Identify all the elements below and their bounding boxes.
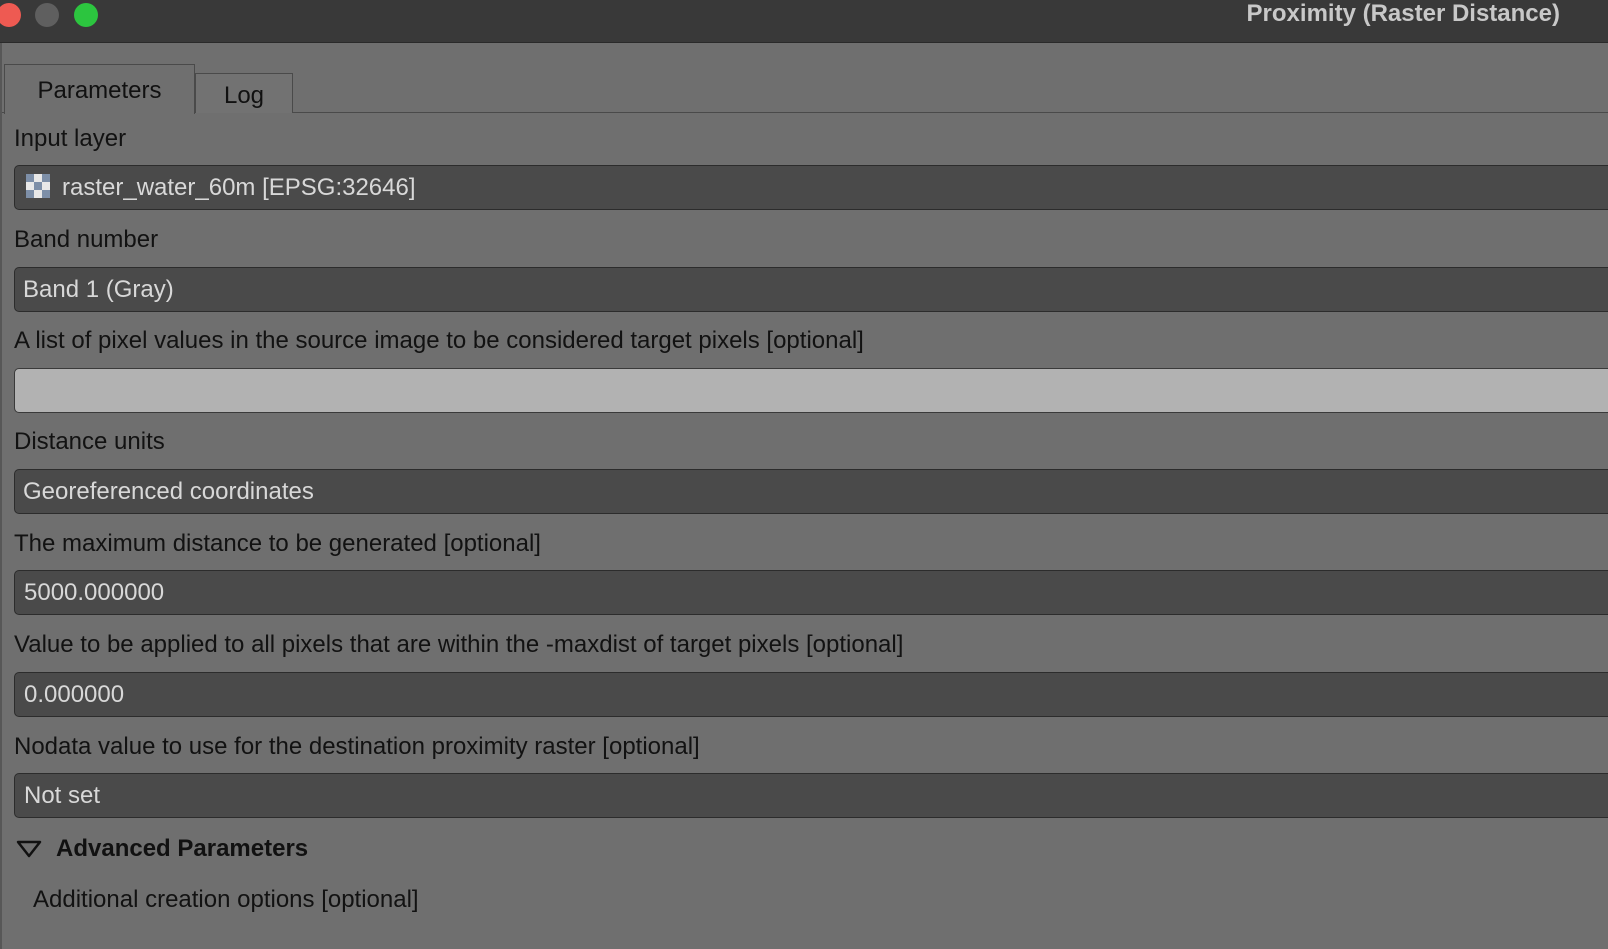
replace-value-label: Value to be applied to all pixels that a… — [14, 631, 904, 658]
minimize-window-button[interactable] — [35, 3, 59, 27]
nodata-spinbox[interactable]: Not set — [14, 773, 1608, 818]
band-number-label: Band number — [14, 226, 159, 253]
collapse-triangle-icon — [16, 840, 42, 858]
window-title: Proximity (Raster Distance) — [1246, 0, 1560, 27]
pixel-values-input[interactable] — [14, 368, 1608, 413]
max-distance-label: The maximum distance to be generated [op… — [14, 530, 541, 557]
distance-units-value: Georeferenced coordinates — [23, 478, 314, 505]
input-layer-combobox[interactable]: raster_water_60m [EPSG:32646] — [14, 165, 1608, 210]
pixel-values-label: A list of pixel values in the source ima… — [14, 327, 864, 354]
replace-value-value: 0.000000 — [24, 681, 125, 708]
close-window-button[interactable] — [0, 3, 21, 27]
max-distance-value: 5000.000000 — [24, 579, 165, 606]
creation-options-label: Additional creation options [optional] — [33, 886, 419, 913]
raster-layer-icon — [26, 173, 52, 200]
distance-units-label: Distance units — [14, 428, 165, 455]
dialog-content: Parameters Log Input layer raster_water_… — [0, 43, 1608, 949]
distance-units-combobox[interactable]: Georeferenced coordinates — [14, 469, 1608, 514]
nodata-value: Not set — [24, 782, 101, 809]
input-layer-label: Input layer — [14, 125, 127, 152]
input-layer-value: raster_water_60m [EPSG:32646] — [62, 174, 416, 201]
tab-parameters[interactable]: Parameters — [4, 64, 195, 114]
title-bar: Proximity (Raster Distance) — [0, 0, 1608, 43]
max-distance-spinbox[interactable]: 5000.000000 — [14, 570, 1608, 615]
nodata-label: Nodata value to use for the destination … — [14, 733, 700, 760]
advanced-parameters-title: Advanced Parameters — [56, 835, 309, 862]
band-number-value: Band 1 (Gray) — [23, 276, 174, 303]
replace-value-spinbox[interactable]: 0.000000 — [14, 672, 1608, 717]
advanced-parameters-toggle[interactable]: Advanced Parameters — [16, 833, 308, 865]
band-number-combobox[interactable]: Band 1 (Gray) — [14, 267, 1608, 312]
tab-log[interactable]: Log — [195, 73, 293, 113]
maximize-window-button[interactable] — [74, 3, 98, 27]
